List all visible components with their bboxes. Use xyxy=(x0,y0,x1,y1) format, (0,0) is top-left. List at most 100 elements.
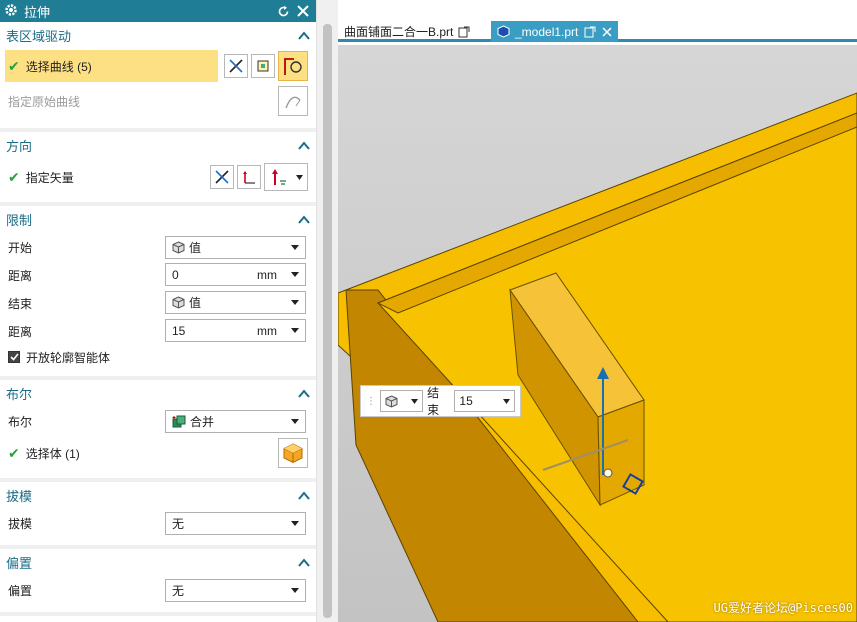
dialog-title: 拉伸 xyxy=(24,4,51,20)
value-cube-icon xyxy=(172,241,185,254)
end-distance-row: 距离 15 mm xyxy=(0,317,316,345)
section-draft: 拔模 拔模 无 xyxy=(0,482,316,549)
reset-icon[interactable] xyxy=(274,2,292,20)
grip-icon[interactable]: ⋮ xyxy=(366,396,376,407)
chevron-up-icon[interactable] xyxy=(298,140,310,151)
value-cube-icon xyxy=(172,296,185,309)
chevron-up-icon[interactable] xyxy=(298,30,310,41)
end-value: 值 xyxy=(189,296,202,310)
body-select-icon[interactable] xyxy=(278,438,308,468)
open-profile-row[interactable]: 开放轮廓智能体 xyxy=(0,345,316,369)
chevron-down-icon xyxy=(296,174,303,180)
section-title: 布尔 xyxy=(6,387,33,402)
select-body-row[interactable]: ✔ 选择体 (1) xyxy=(0,435,316,471)
chevron-down-icon xyxy=(291,328,299,333)
onscreen-end-label: 结束 xyxy=(427,386,440,417)
section-limits: 限制 开始 值 距离 0 mm 结束 值 距离 15 mm 开放轮廓智能体 xyxy=(0,206,316,380)
chevron-up-icon[interactable] xyxy=(298,557,310,568)
document-tabs: 曲面铺面二合一B.prt _model1.prt xyxy=(338,0,857,42)
section-boolean: 布尔 布尔 合并 ✔ 选择体 (1) xyxy=(0,380,316,482)
modified-icon xyxy=(458,26,470,37)
dialog-scrollbar[interactable] xyxy=(316,0,338,622)
section-header-limits[interactable]: 限制 xyxy=(0,206,316,233)
end-distance-field[interactable]: 15 mm xyxy=(165,319,306,342)
origin-curve-label: 指定原始曲线 xyxy=(8,94,81,109)
reverse-direction-icon[interactable] xyxy=(210,165,234,189)
curve-select-icon[interactable] xyxy=(278,51,308,81)
select-body-label: 选择体 (1) xyxy=(25,446,80,461)
tab-model1[interactable]: _model1.prt xyxy=(491,21,619,42)
dialog-titlebar: 拉伸 xyxy=(0,0,316,22)
start-distance-field[interactable]: 0 mm xyxy=(165,263,306,286)
section-title: 偏置 xyxy=(6,556,33,571)
close-icon[interactable] xyxy=(294,2,312,20)
chevron-up-icon[interactable] xyxy=(298,214,310,225)
start-row: 开始 值 xyxy=(0,233,316,261)
draft-dropdown[interactable]: 无 xyxy=(165,512,306,535)
start-distance-value: 0 xyxy=(172,267,179,282)
graphics-viewport[interactable] xyxy=(338,45,857,622)
section-title: 限制 xyxy=(6,213,33,228)
close-icon[interactable] xyxy=(602,26,612,37)
open-profile-checkbox[interactable] xyxy=(8,351,20,363)
chevron-down-icon xyxy=(291,272,299,277)
check-icon: ✔ xyxy=(8,57,20,74)
tab-label: 曲面铺面二合一B.prt xyxy=(344,25,454,39)
check-icon: ✔ xyxy=(8,444,20,461)
origin-curve-row[interactable]: 指定原始曲线 xyxy=(0,83,316,119)
drag-handle[interactable] xyxy=(603,468,613,478)
unite-icon xyxy=(172,415,186,427)
section-header-boolean[interactable]: 布尔 xyxy=(0,380,316,407)
section-profile: 表区域驱动 ✔ 选择曲线 (5) 指定原始曲线 xyxy=(0,22,316,132)
vector-row[interactable]: ✔ 指定矢量 xyxy=(0,159,316,195)
modified-icon xyxy=(584,26,596,37)
scrollbar-thumb[interactable] xyxy=(323,24,332,618)
section-title: 方向 xyxy=(6,139,33,154)
draft-row: 拔模 无 xyxy=(0,509,316,537)
vector-label: 指定矢量 xyxy=(25,170,74,185)
start-value: 值 xyxy=(189,241,202,255)
chevron-down-icon xyxy=(291,419,299,424)
section-direction: 方向 ✔ 指定矢量 xyxy=(0,132,316,206)
origin-curve-icon[interactable] xyxy=(278,86,308,116)
vector-dropdown[interactable] xyxy=(264,163,308,191)
offset-dropdown[interactable]: 无 xyxy=(165,579,306,602)
section-header-draft[interactable]: 拔模 xyxy=(0,482,316,509)
unit-label: mm xyxy=(257,323,277,338)
chevron-down-icon xyxy=(291,588,299,593)
section-header-profile[interactable]: 表区域驱动 xyxy=(0,22,316,49)
chevron-down-icon xyxy=(291,245,299,250)
select-curve-label: 选择曲线 (5) xyxy=(25,59,92,74)
gear-icon[interactable] xyxy=(4,3,18,20)
part-icon xyxy=(497,25,510,38)
boolean-dropdown[interactable]: 合并 xyxy=(165,410,306,433)
end-dropdown[interactable]: 值 xyxy=(165,291,306,314)
curve-rule-icon[interactable] xyxy=(224,54,248,78)
section-title: 拔模 xyxy=(6,489,33,504)
chevron-down-icon xyxy=(411,398,419,404)
chevron-down-icon xyxy=(291,521,299,526)
onscreen-type-dropdown[interactable] xyxy=(380,390,424,412)
extrude-dialog: 拉伸 表区域驱动 ✔ 选择曲线 (5) 指定原始曲线 方向 ✔ 指定矢量 限制 … xyxy=(0,0,316,622)
offset-row: 偏置 无 xyxy=(0,576,316,604)
chevron-up-icon[interactable] xyxy=(298,490,310,501)
section-header-offset[interactable]: 偏置 xyxy=(0,549,316,576)
start-dropdown[interactable]: 值 xyxy=(165,236,306,259)
section-title: 表区域驱动 xyxy=(6,29,72,44)
chevron-down-icon xyxy=(291,300,299,305)
part-model xyxy=(338,92,857,622)
end-row: 结束 值 xyxy=(0,289,316,317)
unit-label: mm xyxy=(257,267,277,282)
chevron-up-icon[interactable] xyxy=(298,388,310,399)
section-header-direction[interactable]: 方向 xyxy=(0,132,316,159)
section-offset: 偏置 偏置 无 xyxy=(0,549,316,616)
onscreen-end-input[interactable]: 15 xyxy=(454,390,515,412)
tab-surface-part[interactable]: 曲面铺面二合一B.prt xyxy=(340,21,474,42)
offset-value: 无 xyxy=(172,584,185,598)
onscreen-input-box: ⋮ 结束 15 xyxy=(360,385,521,417)
select-curve-row[interactable]: ✔ 选择曲线 (5) xyxy=(0,49,316,83)
open-profile-label: 开放轮廓智能体 xyxy=(26,350,111,365)
boolean-row: 布尔 合并 xyxy=(0,407,316,435)
sketch-section-icon[interactable] xyxy=(251,54,275,78)
vector-dialog-icon[interactable] xyxy=(237,165,261,189)
